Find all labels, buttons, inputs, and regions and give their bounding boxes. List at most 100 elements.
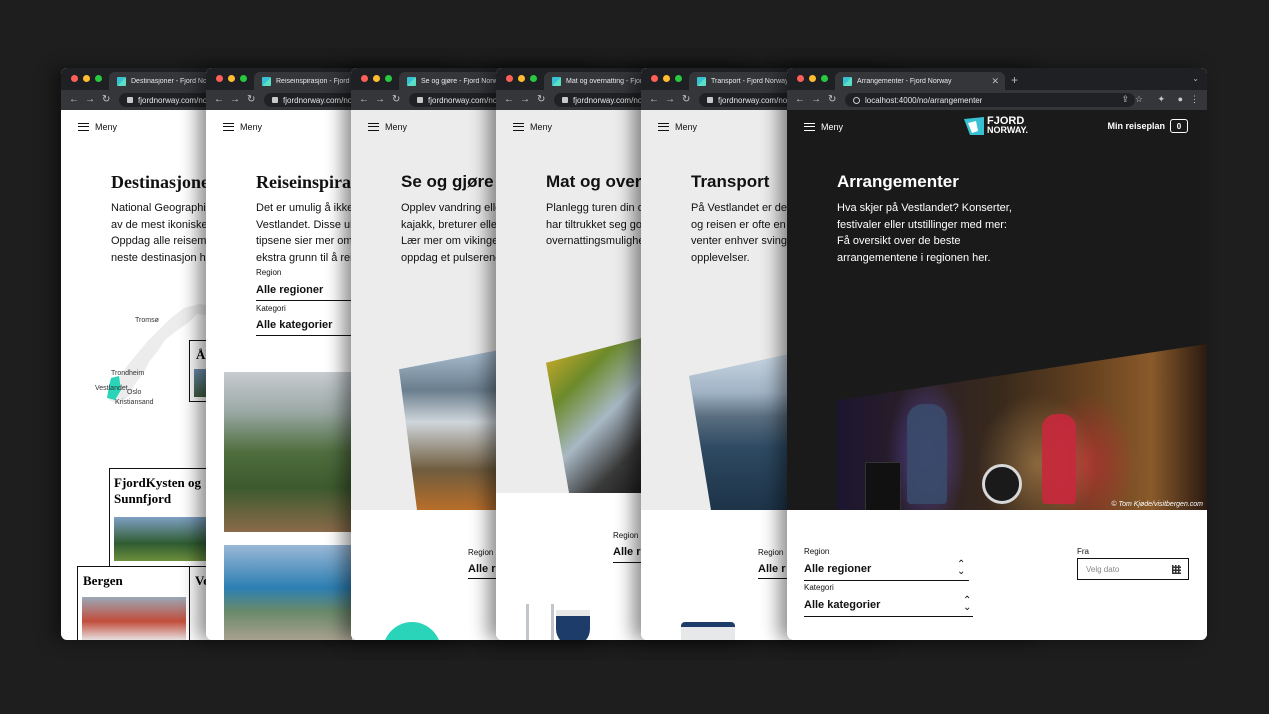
trip-plan-button[interactable]: Min reiseplan 0 xyxy=(1107,119,1188,133)
calendar-icon[interactable] xyxy=(1172,564,1181,574)
zoom-button[interactable] xyxy=(95,75,102,82)
logo-text-bottom: NORWAY. xyxy=(987,125,1029,135)
fjordnorway-favicon-icon xyxy=(697,76,706,86)
browser-menu-icon[interactable]: ⋮ xyxy=(1190,94,1199,105)
url-text: localhost:4000/no/arrangementer xyxy=(865,95,983,105)
page-title: Arrangementer xyxy=(837,172,959,191)
tab-title: Arrangementer - Fjord Norway xyxy=(857,77,952,85)
destination-card[interactable]: FjordKysten og Sunnfjord xyxy=(109,468,211,570)
musician-violinist xyxy=(907,404,947,504)
region-select[interactable]: Alle regioner xyxy=(256,284,323,296)
fjord-norway-logo[interactable]: FJORD NORWAY. xyxy=(964,116,1029,135)
new-tab-icon[interactable]: + xyxy=(1011,73,1018,87)
minimize-button[interactable] xyxy=(518,75,525,82)
region-select-chevron-icon[interactable]: ⌃ ⌄ xyxy=(957,560,965,577)
lock-icon xyxy=(562,97,568,103)
back-icon[interactable]: ← xyxy=(504,94,514,106)
reload-icon[interactable]: ↻ xyxy=(102,94,110,106)
tab-bar: Arrangementer - Fjord Norway ✕ + ⌄ xyxy=(787,68,1207,90)
lock-icon xyxy=(272,97,278,103)
menu-button[interactable]: Meny xyxy=(368,122,407,132)
reload-icon[interactable]: ↻ xyxy=(828,94,836,106)
extensions-puzzle-icon[interactable]: ✦ xyxy=(1157,94,1165,105)
category-select-chevron-icon[interactable]: ⌃ ⌄ xyxy=(963,596,971,613)
reload-icon[interactable]: ↻ xyxy=(537,94,545,106)
hero-image-concert: © Tom Kjøde/visitbergen.com xyxy=(837,344,1207,510)
category-select[interactable]: Alle kategorier xyxy=(804,599,880,611)
region-select[interactable]: Alle regioner xyxy=(804,563,871,575)
forward-icon[interactable]: → xyxy=(375,94,385,106)
hamburger-icon xyxy=(513,123,524,131)
forward-icon[interactable]: → xyxy=(520,94,530,106)
menu-button[interactable]: Meny xyxy=(658,122,697,132)
back-icon[interactable]: ← xyxy=(214,94,224,106)
speaker-amp xyxy=(865,462,901,510)
back-icon[interactable]: ← xyxy=(795,94,805,106)
reload-icon[interactable]: ↻ xyxy=(682,94,690,106)
musician-guitarist xyxy=(1042,414,1076,504)
fjordnorway-favicon-icon xyxy=(552,76,561,86)
zoom-button[interactable] xyxy=(385,75,392,82)
region-select[interactable]: Alle r xyxy=(758,563,786,575)
zoom-button[interactable] xyxy=(240,75,247,82)
tab-list-chevron-icon[interactable]: ⌄ xyxy=(1192,74,1199,83)
url-text: fjordnorway.com/no xyxy=(573,95,643,105)
forward-icon[interactable]: → xyxy=(811,94,821,106)
back-icon[interactable]: ← xyxy=(649,94,659,106)
url-text: fjordnorway.com/no xyxy=(718,95,788,105)
zoom-button[interactable] xyxy=(675,75,682,82)
back-icon[interactable]: ← xyxy=(359,94,369,106)
close-button[interactable] xyxy=(797,75,804,82)
minimize-button[interactable] xyxy=(373,75,380,82)
share-icon[interactable]: ⇪ xyxy=(1121,94,1129,105)
hamburger-icon xyxy=(804,123,815,131)
menu-button[interactable]: Meny xyxy=(804,122,843,132)
info-icon[interactable] xyxy=(853,96,860,104)
page-title: Se og gjøre xyxy=(401,172,494,191)
forward-icon[interactable]: → xyxy=(230,94,240,106)
forward-icon[interactable]: → xyxy=(85,94,95,106)
url-field[interactable]: localhost:4000/no/arrangementer xyxy=(845,93,1135,107)
close-button[interactable] xyxy=(361,75,368,82)
minimize-button[interactable] xyxy=(83,75,90,82)
card-title: Bergen xyxy=(83,573,123,588)
menu-button[interactable]: Meny xyxy=(223,122,262,132)
tab-close-icon[interactable]: ✕ xyxy=(991,76,999,87)
destination-card[interactable]: Bergen xyxy=(77,566,191,640)
from-label: Fra xyxy=(1077,547,1089,556)
browser-tab-active[interactable]: Arrangementer - Fjord Norway ✕ xyxy=(835,72,1005,90)
region-select[interactable]: Alle r xyxy=(468,563,496,575)
minimize-button[interactable] xyxy=(809,75,816,82)
reload-icon[interactable]: ↻ xyxy=(247,94,255,106)
bookmark-star-icon[interactable]: ☆ xyxy=(1135,94,1143,105)
map-label-tromso: Tromsø xyxy=(135,317,160,324)
date-picker-input[interactable]: Velg dato xyxy=(1077,558,1189,580)
minimize-button[interactable] xyxy=(663,75,670,82)
reload-icon[interactable]: ↻ xyxy=(392,94,400,106)
zoom-button[interactable] xyxy=(821,75,828,82)
close-button[interactable] xyxy=(71,75,78,82)
close-button[interactable] xyxy=(506,75,513,82)
category-select[interactable]: Alle kategorier xyxy=(256,319,332,331)
forward-icon[interactable]: → xyxy=(665,94,675,106)
menu-label: Meny xyxy=(821,122,844,132)
back-icon[interactable]: ← xyxy=(69,94,79,106)
region-underline xyxy=(613,562,643,563)
menu-label: Meny xyxy=(240,122,263,132)
zoom-button[interactable] xyxy=(530,75,537,82)
inspiration-card-image[interactable] xyxy=(224,545,352,640)
profile-avatar-icon[interactable]: ● xyxy=(1178,94,1183,104)
close-button[interactable] xyxy=(651,75,658,82)
browser-window-arrangementer: Arrangementer - Fjord Norway ✕ + ⌄ ← → ↻ … xyxy=(787,68,1207,640)
region-label: Region xyxy=(804,547,830,556)
close-button[interactable] xyxy=(216,75,223,82)
region-label: Region xyxy=(758,548,784,557)
inspiration-card-image[interactable] xyxy=(224,372,352,532)
minimize-button[interactable] xyxy=(228,75,235,82)
menu-button[interactable]: Meny xyxy=(78,122,117,132)
hero-image xyxy=(399,350,499,510)
menu-button[interactable]: Meny xyxy=(513,122,552,132)
fork-illustration-icon xyxy=(526,604,554,640)
category-label: Kategori xyxy=(804,583,834,592)
region-select[interactable]: Alle r xyxy=(613,546,641,558)
